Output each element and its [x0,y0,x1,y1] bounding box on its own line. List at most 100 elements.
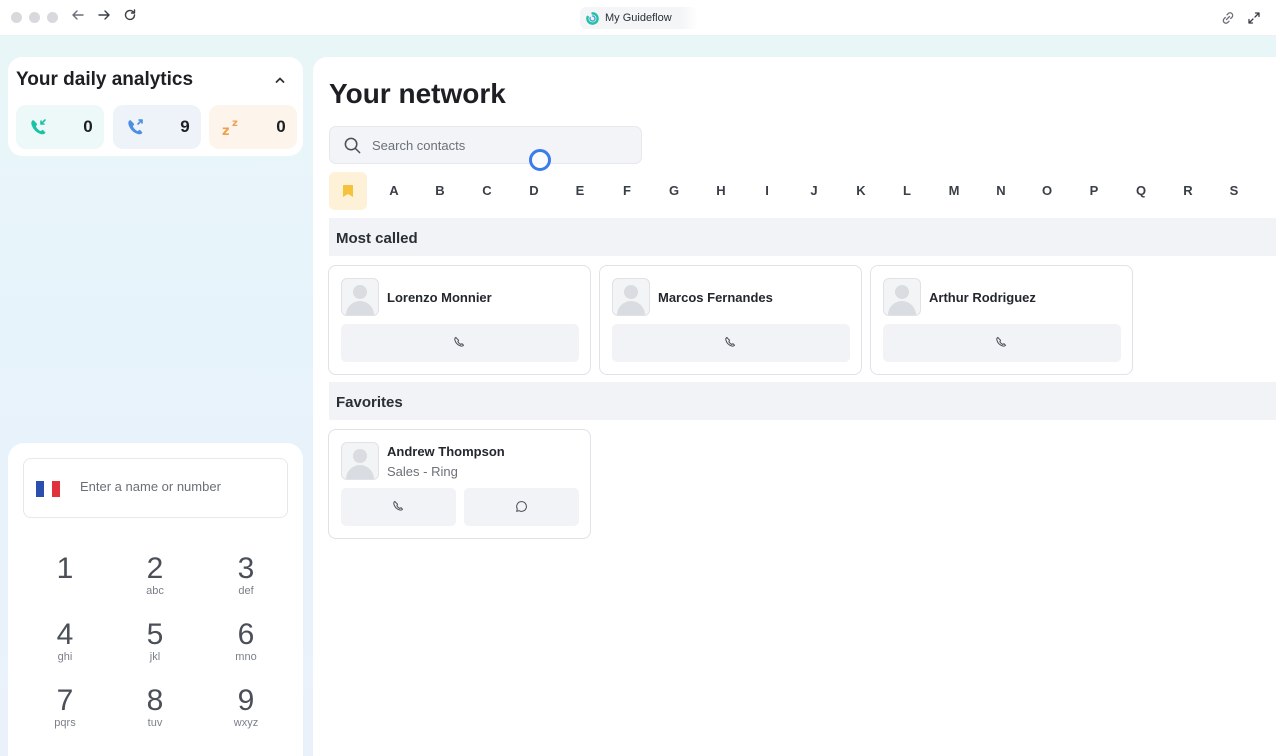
incoming-calls-stat: 0 [16,105,104,149]
reload-icon[interactable] [121,8,139,26]
letter-filter-h[interactable]: H [711,183,731,198]
dial-key-letters: pqrs [54,717,76,729]
dialer-panel: Enter a name or number 1 2 abc 3 def 4 g… [8,443,303,756]
call-button[interactable] [341,488,456,526]
avatar [612,278,650,316]
dial-key-digit: 3 [237,552,255,585]
incoming-calls-count: 0 [83,117,93,136]
link-icon[interactable] [1220,10,1236,26]
dial-key-digit: 6 [237,618,255,651]
avatar [883,278,921,316]
incoming-call-icon [31,119,46,135]
dial-key-letters: abc [146,585,164,597]
alphabet-filter: A B C D E F G H I J K L M N O P Q R S [329,172,1276,210]
letter-filter-s[interactable]: S [1224,183,1244,198]
dial-key-7[interactable]: 7 pqrs [35,685,95,730]
tab-title: My Guideflow [605,12,672,24]
contact-name: Arthur Rodriguez [929,290,1036,305]
letter-filter-j[interactable]: J [804,183,824,198]
dial-key-digit: 1 [56,552,74,585]
daily-analytics-panel: Your daily analytics 0 9 z z 0 [8,57,303,156]
page-title: Your network [329,78,506,109]
section-label: Most called [336,230,418,247]
call-button[interactable] [612,324,850,362]
dial-input-field[interactable]: Enter a name or number [23,458,288,518]
dial-key-4[interactable]: 4 ghi [35,619,95,664]
phone-icon [454,336,465,347]
favorites-header: Favorites [329,382,1276,420]
network-panel: Your network Search contacts A B C D E F… [313,57,1276,756]
guideflow-logo-icon [586,11,599,25]
message-button[interactable] [464,488,579,526]
window-maximize-dot[interactable] [47,12,58,23]
dial-key-digit: 9 [237,684,255,717]
letter-filter-g[interactable]: G [664,183,684,198]
letter-filter-i[interactable]: I [757,183,777,198]
dial-key-5[interactable]: 5 jkl [125,619,185,664]
call-button[interactable] [341,324,579,362]
dial-key-6[interactable]: 6 mno [216,619,276,664]
contact-name: Andrew Thompson [387,444,505,459]
dial-input-placeholder: Enter a name or number [80,479,221,494]
letter-filter-b[interactable]: B [430,183,450,198]
dial-key-2[interactable]: 2 abc [125,553,185,598]
dial-key-digit: 7 [56,684,74,717]
analytics-title: Your daily analytics [16,69,194,90]
snooze-icon: z z [222,118,238,138]
forward-arrow-icon[interactable] [95,8,113,26]
browser-toolbar: My Guideflow [0,0,1276,36]
outgoing-calls-stat: 9 [113,105,201,149]
bookmark-icon [343,185,353,197]
letter-filter-a[interactable]: A [384,183,404,198]
letter-filter-e[interactable]: E [570,183,590,198]
dial-key-digit: 4 [56,618,74,651]
letter-filter-n[interactable]: N [991,183,1011,198]
click-indicator [529,149,551,171]
call-button[interactable] [883,324,1121,362]
letter-filter-q[interactable]: Q [1131,183,1151,198]
avatar [341,442,379,480]
letter-filter-d[interactable]: D [524,183,544,198]
search-contacts-input[interactable]: Search contacts [329,126,642,164]
back-arrow-icon[interactable] [69,8,87,26]
letter-filter-r[interactable]: R [1178,183,1198,198]
favorites-filter-button[interactable] [329,172,367,210]
expand-icon[interactable] [1246,10,1262,26]
dial-key-letters: mno [235,651,257,663]
favorite-contact-card[interactable]: Andrew Thompson Sales - Ring [328,429,591,539]
france-flag-icon[interactable] [36,481,60,497]
phone-icon [996,336,1007,347]
browser-tab[interactable]: My Guideflow [580,7,698,29]
letter-filter-c[interactable]: C [477,183,497,198]
chat-bubble-icon [516,501,527,512]
dial-key-letters: wxyz [233,717,259,729]
dial-key-8[interactable]: 8 tuv [125,685,185,730]
search-icon [344,137,361,154]
dial-key-9[interactable]: 9 wxyz [216,685,276,730]
phone-icon [393,500,404,511]
dial-key-3[interactable]: 3 def [216,553,276,598]
letter-filter-l[interactable]: L [897,183,917,198]
contact-name: Lorenzo Monnier [387,290,492,305]
letter-filter-f[interactable]: F [617,183,637,198]
dial-key-1[interactable]: 1 [35,553,95,585]
letter-filter-k[interactable]: K [851,183,871,198]
search-placeholder: Search contacts [372,138,466,153]
dial-key-digit: 8 [146,684,164,717]
window-close-dot[interactable] [11,12,22,23]
app-container: Your daily analytics 0 9 z z 0 Enter a n… [0,36,1276,756]
contact-card[interactable]: Marcos Fernandes [599,265,862,375]
dial-key-letters: def [238,585,254,597]
window-minimize-dot[interactable] [29,12,40,23]
letter-filter-o[interactable]: O [1037,183,1057,198]
section-label: Favorites [336,394,403,411]
svg-text:z: z [222,124,230,138]
letter-filter-p[interactable]: P [1084,183,1104,198]
contact-subtitle: Sales - Ring [387,464,458,479]
contact-card[interactable]: Lorenzo Monnier [328,265,591,375]
letter-filter-m[interactable]: M [944,183,964,198]
contact-card[interactable]: Arthur Rodriguez [870,265,1133,375]
snoozed-stat: z z 0 [209,105,297,149]
phone-icon [725,336,736,347]
chevron-up-icon[interactable] [273,73,287,87]
